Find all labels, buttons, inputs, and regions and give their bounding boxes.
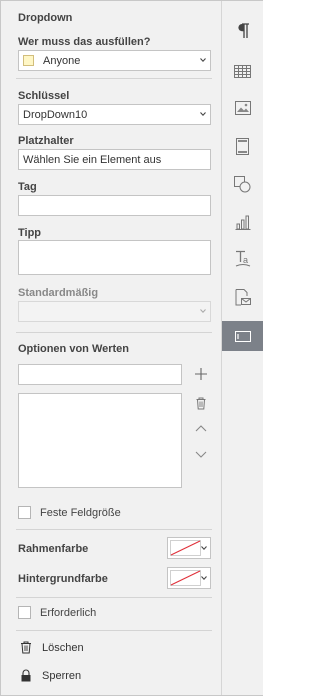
form-field-settings-button[interactable] <box>222 321 263 351</box>
divider <box>16 529 212 530</box>
divider <box>16 597 212 598</box>
option-input[interactable] <box>18 364 182 385</box>
add-icon[interactable] <box>194 367 208 381</box>
background-color-label: Hintergrundfarbe <box>18 573 108 585</box>
tag-input[interactable] <box>18 195 211 216</box>
image-settings-button[interactable] <box>222 93 263 123</box>
background-color-button[interactable] <box>167 567 211 589</box>
fixed-size-checkbox[interactable] <box>18 506 31 519</box>
right-toolbar: a <box>221 1 263 695</box>
divider <box>16 630 212 631</box>
chart-settings-button[interactable] <box>222 207 263 237</box>
options-label: Optionen von Werten <box>18 343 130 355</box>
form-field-icon <box>234 330 251 342</box>
image-icon <box>234 101 251 115</box>
chevron-down-icon <box>200 112 206 117</box>
lock-button[interactable]: Sperren <box>18 669 168 685</box>
who-value: Anyone <box>43 55 81 67</box>
shape-settings-button[interactable] <box>222 169 263 199</box>
table-icon <box>234 64 251 78</box>
delete-label: Löschen <box>42 642 84 654</box>
divider <box>16 78 212 79</box>
chevron-down-icon[interactable] <box>194 447 208 461</box>
key-value: DropDown10 <box>23 109 88 121</box>
trash-icon <box>21 641 31 654</box>
required-checkbox[interactable] <box>18 606 31 619</box>
placeholder-input[interactable]: Wählen Sie ein Element aus <box>18 149 211 170</box>
mail-merge-icon <box>235 288 251 305</box>
shape-icon <box>234 175 251 192</box>
chevron-down-icon <box>200 58 206 63</box>
placeholder-value: Wählen Sie ein Element aus <box>23 154 162 166</box>
text-art-icon: a <box>235 250 250 267</box>
header-footer-icon <box>236 137 249 155</box>
paragraph-icon <box>237 23 249 38</box>
trash-icon[interactable] <box>194 396 208 410</box>
required-label: Erforderlich <box>40 607 97 619</box>
border-color-button[interactable] <box>167 537 211 559</box>
text-art-settings-button[interactable]: a <box>222 244 263 274</box>
placeholder-label: Platzhalter <box>18 135 74 147</box>
form-settings-panel: Dropdown Wer muss das ausfüllen? Anyone … <box>1 1 221 695</box>
panel-title: Dropdown <box>18 12 73 24</box>
lock-label: Sperren <box>42 670 82 682</box>
paragraph-settings-button[interactable] <box>222 16 263 46</box>
fixed-size-label: Feste Feldgröße <box>40 507 121 519</box>
role-color-swatch <box>23 55 34 66</box>
table-settings-button[interactable] <box>222 56 263 86</box>
lock-icon <box>21 669 31 682</box>
chevron-down-icon <box>201 546 207 551</box>
default-label: Standardmäßig <box>18 287 99 299</box>
mail-merge-settings-button[interactable] <box>222 282 263 312</box>
chevron-up-icon[interactable] <box>194 422 208 436</box>
chart-icon <box>235 215 250 230</box>
tip-label: Tipp <box>18 227 42 239</box>
default-select[interactable] <box>18 301 211 322</box>
divider <box>16 332 212 333</box>
svg-text:a: a <box>243 255 248 265</box>
chevron-down-icon <box>200 309 206 314</box>
options-list[interactable] <box>18 393 182 488</box>
border-color-label: Rahmenfarbe <box>18 543 89 555</box>
who-select[interactable]: Anyone <box>18 50 211 71</box>
tip-textarea[interactable] <box>18 240 211 275</box>
no-color-icon <box>170 570 201 586</box>
key-label: Schlüssel <box>18 90 70 102</box>
tag-label: Tag <box>18 181 37 193</box>
header-footer-settings-button[interactable] <box>222 131 263 161</box>
key-select[interactable]: DropDown10 <box>18 104 211 125</box>
delete-button[interactable]: Löschen <box>18 641 168 657</box>
chevron-down-icon <box>201 576 207 581</box>
no-color-icon <box>170 540 201 556</box>
who-label: Wer muss das ausfüllen? <box>18 36 151 48</box>
